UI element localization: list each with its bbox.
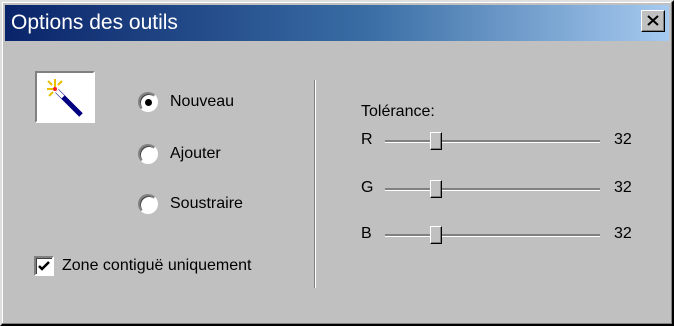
- slider-value: 32: [614, 131, 632, 148]
- slider-r-row: R 32: [0, 131, 674, 151]
- slider-r-thumb[interactable]: [430, 132, 443, 150]
- title-bar[interactable]: Options des outils: [5, 5, 669, 41]
- slider-b-track[interactable]: [385, 234, 600, 237]
- close-button[interactable]: [641, 10, 665, 32]
- slider-channel-label: G: [361, 179, 374, 196]
- slider-g-thumb[interactable]: [430, 180, 443, 198]
- slider-channel-label: R: [361, 131, 373, 148]
- contiguous-checkbox[interactable]: [34, 256, 54, 276]
- radio-nouveau[interactable]: Nouveau: [138, 92, 234, 112]
- tool-icon-box: [35, 71, 95, 123]
- slider-value: 32: [614, 225, 632, 242]
- slider-b-row: B 32: [0, 225, 674, 245]
- contiguous-label: Zone contiguë uniquement: [62, 257, 252, 274]
- slider-channel-label: B: [361, 225, 372, 242]
- window-title: Options des outils: [11, 11, 178, 34]
- radio-button[interactable]: [138, 92, 158, 112]
- radio-label: Nouveau: [170, 93, 235, 110]
- checkmark-icon: [38, 261, 50, 271]
- close-x-icon: [647, 15, 659, 26]
- tool-options-window: Options des outils: [0, 0, 674, 326]
- slider-g-row: G 32: [0, 179, 674, 199]
- contiguous-checkbox-row[interactable]: Zone contiguë uniquement: [34, 256, 251, 276]
- slider-g-track[interactable]: [385, 188, 600, 191]
- slider-r-track[interactable]: [385, 140, 600, 143]
- slider-value: 32: [614, 179, 632, 196]
- slider-b-thumb[interactable]: [430, 226, 443, 244]
- radio-dot: [145, 99, 152, 106]
- magic-wand-icon: [47, 79, 83, 117]
- tolerance-label: Tolérance:: [361, 103, 435, 120]
